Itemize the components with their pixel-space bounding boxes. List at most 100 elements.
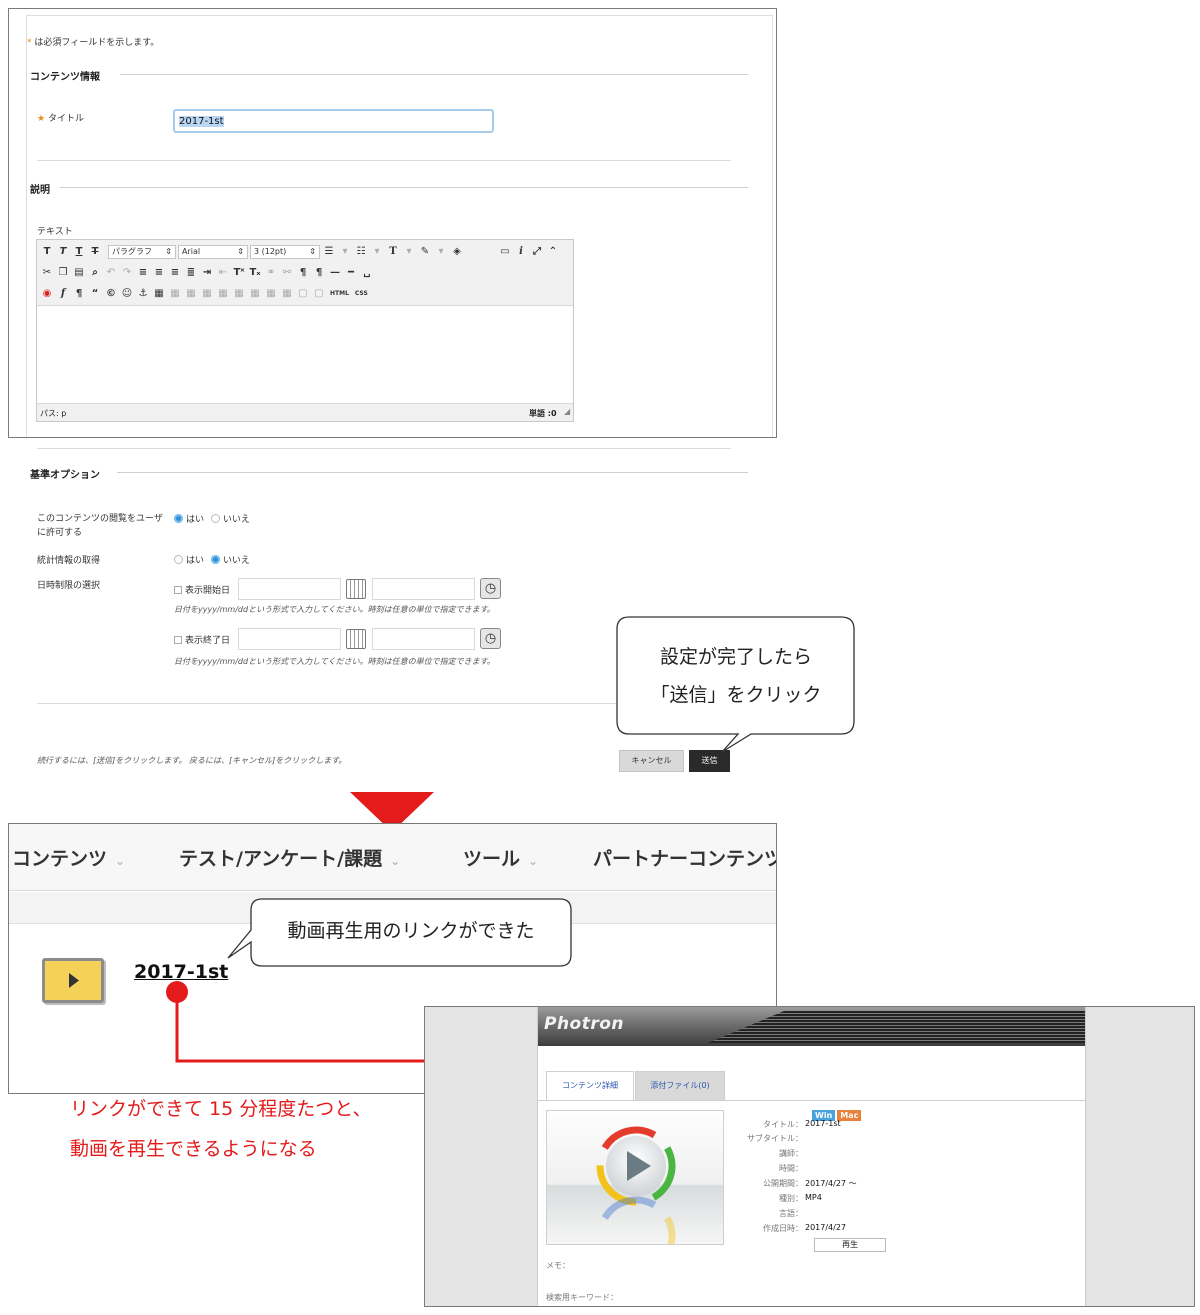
eraser-icon[interactable]: ◈ — [450, 245, 464, 259]
superscript-icon[interactable]: Tˣ — [232, 266, 246, 280]
start-time-input[interactable] — [372, 578, 475, 600]
bullet-list-icon[interactable]: ☰ — [322, 245, 336, 259]
end-date-input[interactable] — [238, 628, 341, 650]
horizontal-rule-icon[interactable]: — — [328, 266, 342, 280]
merge-cells-icon[interactable]: ▢ — [312, 287, 326, 301]
tab-content-details[interactable]: コンテンツ詳細 — [546, 1071, 634, 1100]
red-note: リンクができて 15 分程度たつと、 動画を再生できるようになる — [70, 1098, 372, 1160]
copy-icon[interactable]: ❐ — [56, 266, 70, 280]
rich-text-editor[interactable]: T T T T パラグラフ ⇕ Arial ⇕ 3 (12pt) ⇕ ☰ ▾ ☷ ▾ … — [36, 239, 574, 422]
css-icon[interactable]: CSS — [353, 287, 370, 301]
date-hint: 日付をyyyy/mm/ddという形式で入力してください。時刻は任意の単位で指定で… — [174, 605, 495, 614]
text-color-icon[interactable]: T — [386, 245, 400, 259]
font-select[interactable]: Arial ⇕ — [178, 245, 248, 259]
video-thumbnail[interactable] — [546, 1110, 724, 1245]
display-end-checkbox[interactable]: 表示終了日 — [174, 633, 230, 646]
delete-col-icon[interactable]: ▦ — [280, 287, 294, 301]
align-justify-icon[interactable]: ≣ — [184, 266, 198, 280]
resize-handle-icon[interactable]: ◢ — [564, 407, 570, 416]
section-divider — [60, 187, 748, 188]
thick-rule-icon[interactable]: ━ — [344, 266, 358, 280]
unlink-icon[interactable]: ⚯ — [280, 266, 294, 280]
table-cell-props-icon[interactable]: ▦ — [184, 287, 198, 301]
clock-icon[interactable]: ◷ — [480, 628, 501, 649]
nav-content[interactable]: コンテンツ ⌄ — [12, 844, 125, 871]
strikethrough-icon[interactable]: T — [88, 245, 102, 259]
ltr-icon[interactable]: ¶ — [296, 266, 310, 280]
highlight-icon[interactable]: ✎ — [418, 245, 432, 259]
calendar-icon[interactable] — [346, 629, 366, 649]
collapse-icon[interactable]: ⌃ — [546, 245, 560, 259]
blockquote-icon[interactable]: “ — [88, 287, 102, 301]
anchor-icon[interactable]: ⚓ — [136, 287, 150, 301]
delete-row-icon[interactable]: ▦ — [232, 287, 246, 301]
info-icon[interactable]: i — [514, 245, 528, 259]
numbered-list-icon[interactable]: ☷ — [354, 245, 368, 259]
math-icon[interactable]: f — [56, 287, 70, 301]
photron-header: Photron — [538, 1007, 1085, 1046]
meta-lecturer: 講師： — [779, 1149, 803, 1158]
meta-subtitle: サブタイトル： — [747, 1134, 803, 1143]
mashup-icon[interactable]: ◉ — [40, 287, 54, 301]
find-icon[interactable]: ⌕ — [88, 266, 102, 280]
paste-icon[interactable]: ▤ — [72, 266, 86, 280]
chevron-down-icon[interactable]: ▾ — [434, 245, 448, 259]
nonbreaking-space-icon[interactable]: ␣ — [360, 266, 374, 280]
permit-no-radio[interactable] — [210, 514, 220, 523]
link-callout-text: 動画再生用のリンクができた — [287, 920, 535, 942]
chevron-down-icon[interactable]: ▾ — [370, 245, 384, 259]
underline-icon[interactable]: T — [72, 245, 86, 259]
end-time-input[interactable] — [372, 628, 475, 650]
insert-row-after-icon[interactable]: ▦ — [216, 287, 230, 301]
insert-row-before-icon[interactable]: ▦ — [200, 287, 214, 301]
chevron-down-icon[interactable]: ▾ — [338, 245, 352, 259]
align-center-icon[interactable]: ≡ — [152, 266, 166, 280]
chevron-down-icon[interactable]: ▾ — [402, 245, 416, 259]
chevron-down-icon: ⌄ — [390, 854, 401, 868]
calendar-icon[interactable] — [346, 579, 366, 599]
indent-icon[interactable]: ⇥ — [200, 266, 214, 280]
rtl-icon[interactable]: ¶ — [312, 266, 326, 280]
preview-icon[interactable]: ▭ — [498, 245, 512, 259]
play-button[interactable]: 再生 — [814, 1238, 886, 1252]
stats-no-radio[interactable] — [210, 555, 220, 564]
format-select[interactable]: パラグラフ ⇕ — [108, 245, 176, 259]
italic-icon[interactable]: T — [56, 245, 70, 259]
permit-yes-radio[interactable] — [174, 514, 183, 523]
outdent-icon[interactable]: ⇤ — [216, 266, 230, 280]
html-icon[interactable]: HTML — [328, 287, 351, 301]
editor-text-area[interactable] — [37, 307, 573, 403]
undo-icon[interactable]: ↶ — [104, 266, 118, 280]
memo-label: メモ： — [546, 1261, 570, 1270]
cut-icon[interactable]: ✂ — [40, 266, 54, 280]
align-left-icon[interactable]: ≡ — [136, 266, 150, 280]
subscript-icon[interactable]: Tₓ — [248, 266, 262, 280]
link-icon[interactable]: ⚭ — [264, 266, 278, 280]
copyright-icon[interactable]: © — [104, 287, 118, 301]
align-right-icon[interactable]: ≡ — [168, 266, 182, 280]
redo-icon[interactable]: ↷ — [120, 266, 134, 280]
size-select[interactable]: 3 (12pt) ⇕ — [250, 245, 320, 259]
tab-attachments[interactable]: 添付ファイル(0) — [635, 1071, 725, 1100]
start-date-input[interactable] — [238, 578, 341, 600]
split-cells-icon[interactable]: ▢ — [296, 287, 310, 301]
clock-icon[interactable]: ◷ — [480, 578, 501, 599]
stats-label: 統計情報の取得 — [37, 556, 101, 566]
insert-col-before-icon[interactable]: ▦ — [248, 287, 262, 301]
stats-yes-radio[interactable] — [174, 555, 183, 564]
table-icon[interactable]: ▦ — [152, 287, 166, 301]
nav-partner[interactable]: パートナーコンテンツ — [593, 844, 776, 871]
bold-icon[interactable]: T — [40, 245, 54, 259]
chevron-down-icon: ⌄ — [115, 854, 126, 868]
required-star-icon: ★ — [37, 114, 46, 124]
nav-tools[interactable]: ツール ⌄ — [463, 844, 538, 871]
emoticon-icon[interactable]: ☺ — [120, 287, 134, 301]
nav-tests[interactable]: テスト/アンケート/課題 ⌄ — [179, 844, 400, 871]
table-row-props-icon[interactable]: ▦ — [168, 287, 182, 301]
insert-col-after-icon[interactable]: ▦ — [264, 287, 278, 301]
display-start-checkbox[interactable]: 表示開始日 — [174, 583, 230, 596]
paragraph-icon[interactable]: ¶ — [72, 287, 86, 301]
title-input[interactable]: 2017-1st — [173, 109, 494, 133]
date-hint: 日付をyyyy/mm/ddという形式で入力してください。時刻は任意の単位で指定で… — [174, 657, 495, 666]
fullscreen-icon[interactable]: ⤢ — [530, 245, 544, 259]
